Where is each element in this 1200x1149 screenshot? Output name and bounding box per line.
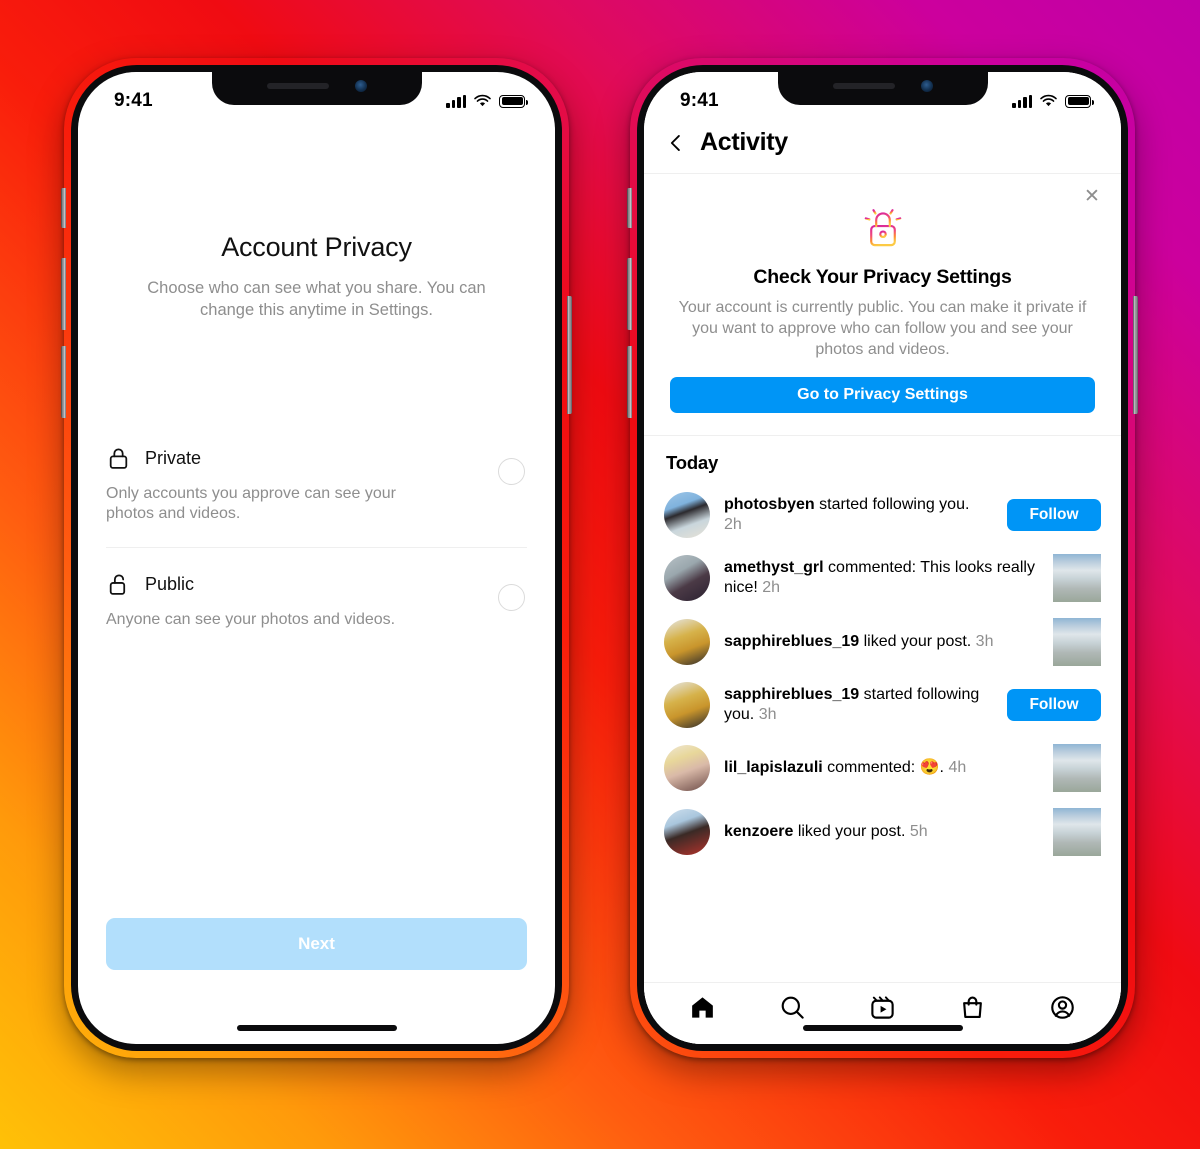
activity-username[interactable]: photosbyen [724, 496, 815, 513]
gradient-lock-icon [864, 205, 901, 247]
profile-icon[interactable] [1049, 994, 1076, 1021]
activity-timestamp: 2h [724, 516, 742, 534]
wifi-icon [1040, 94, 1057, 107]
front-camera-icon [920, 80, 933, 92]
privacy-option-list: Private Only accounts you approve can se… [106, 430, 527, 653]
speaker-grille-icon [266, 83, 329, 89]
battery-icon [1065, 94, 1094, 108]
notch-right [777, 72, 988, 105]
activity-username[interactable]: amethyst_grl [724, 559, 824, 576]
follow-button[interactable]: Follow [1007, 689, 1101, 722]
status-time-right: 9:41 [680, 90, 719, 111]
avatar-lil-lapislazuli[interactable] [664, 745, 710, 792]
post-thumbnail[interactable] [1053, 554, 1101, 603]
privacy-option-private-label: Private [145, 447, 202, 468]
signal-bars-icon [446, 94, 466, 108]
activity-row-text: amethyst_grl commented: This looks reall… [724, 558, 1035, 597]
reels-icon[interactable] [869, 994, 896, 1021]
chevron-left-icon[interactable] [666, 133, 686, 153]
activity-row[interactable]: lil_lapislazuli commented: 😍. 4h [662, 736, 1103, 800]
activity-row-text: sapphireblues_19 started following you. … [724, 685, 980, 724]
status-time: 9:41 [114, 90, 153, 111]
signal-bars-icon [1012, 94, 1032, 108]
activity-row[interactable]: kenzoere liked your post. 5h [662, 800, 1103, 864]
activity-timestamp: 3h [758, 706, 777, 724]
front-camera-icon [354, 80, 367, 92]
activity-row-text: kenzoere liked your post. 5h [724, 822, 928, 840]
status-icons-right [1012, 94, 1094, 108]
close-icon[interactable]: ✕ [1081, 186, 1103, 208]
post-thumbnail[interactable] [1053, 744, 1101, 793]
avatar-sapphireblues-19[interactable] [664, 619, 710, 666]
privacy-card-title: Check Your Privacy Settings [753, 266, 1012, 288]
bottom-tab-bar [644, 982, 1121, 1044]
lock-closed-icon [109, 447, 128, 469]
phone-right-screen: 9:41 Activity ✕ Check Your Privacy Setti… [644, 72, 1121, 1044]
lock-open-icon [109, 574, 126, 595]
next-button[interactable]: Next [106, 918, 527, 970]
avatar-amethyst-grl[interactable] [664, 555, 710, 602]
search-icon[interactable] [779, 994, 806, 1021]
page-subtitle: Choose who can see what you share. You c… [147, 279, 486, 320]
activity-timestamp: 5h [909, 822, 928, 840]
activity-row[interactable]: sapphireblues_19 started following you. … [662, 674, 1103, 736]
page-title-activity: Activity [700, 128, 788, 156]
home-indicator-right [802, 1025, 963, 1031]
activity-timestamp: 4h [948, 758, 967, 776]
activity-username[interactable]: sapphireblues_19 [724, 686, 859, 703]
battery-icon [499, 94, 528, 108]
privacy-option-private-head: Private [106, 446, 527, 471]
shop-icon[interactable] [959, 994, 986, 1021]
activity-timestamp: 2h [762, 579, 781, 597]
avatar-sapphireblues-19[interactable] [664, 682, 710, 729]
activity-username[interactable]: kenzoere [724, 823, 793, 840]
activity-row-text: sapphireblues_19 liked your post. 3h [724, 632, 994, 650]
privacy-card-body: Your account is currently public. You ca… [678, 299, 1087, 359]
avatar-photosbyen[interactable] [664, 492, 710, 539]
activity-row-text: lil_lapislazuli commented: 😍. 4h [724, 758, 967, 776]
phone-left-screen: 9:41 Account Privacy Choose who can see … [78, 72, 555, 1044]
activity-timestamp: 3h [975, 632, 994, 650]
status-icons [446, 94, 528, 108]
privacy-option-public[interactable]: Public Anyone can see your photos and vi… [106, 547, 527, 653]
privacy-settings-card: ✕ Check Your Privacy Settings Your accou… [644, 174, 1121, 437]
activity-row-text: photosbyen started following you. 2h [724, 495, 970, 534]
radio-public[interactable] [498, 584, 525, 612]
go-to-privacy-settings-button[interactable]: Go to Privacy Settings [670, 377, 1095, 414]
post-thumbnail[interactable] [1053, 808, 1101, 857]
activity-screen: Activity ✕ Check Your Privacy Settings Y… [644, 72, 1121, 1044]
phone-left: 9:41 Account Privacy Choose who can see … [61, 58, 572, 1058]
activity-feed[interactable]: Today photosbyen started following you. … [644, 436, 1121, 982]
privacy-option-public-label: Public [145, 574, 195, 595]
background-canvas: 9:41 Account Privacy Choose who can see … [0, 0, 1200, 1149]
activity-username[interactable]: sapphireblues_19 [724, 633, 859, 650]
notch [211, 72, 422, 105]
post-thumbnail[interactable] [1053, 618, 1101, 667]
privacy-option-public-head: Public [106, 572, 527, 597]
activity-row[interactable]: amethyst_grl commented: This looks reall… [662, 546, 1103, 610]
wifi-icon [474, 94, 491, 107]
activity-username[interactable]: lil_lapislazuli [724, 759, 823, 776]
avatar-kenzoere[interactable] [664, 809, 710, 856]
privacy-option-private[interactable]: Private Only accounts you approve can se… [106, 430, 527, 548]
home-icon[interactable] [689, 994, 716, 1021]
activity-row[interactable]: photosbyen started following you. 2h Foll… [662, 484, 1103, 546]
page-title: Account Privacy [221, 232, 412, 262]
activity-row[interactable]: sapphireblues_19 liked your post. 3h [662, 610, 1103, 674]
privacy-option-private-description: Only accounts you approve can see your p… [106, 484, 396, 523]
account-privacy-screen: Account Privacy Choose who can see what … [78, 72, 555, 1044]
radio-private[interactable] [498, 457, 525, 485]
speaker-grille-icon [832, 83, 895, 89]
feed-section-title: Today [666, 452, 719, 474]
activity-list: photosbyen started following you. 2h Foll… [662, 484, 1103, 864]
home-indicator [236, 1025, 397, 1031]
follow-button[interactable]: Follow [1007, 499, 1101, 532]
privacy-option-public-description: Anyone can see your photos and videos. [106, 611, 396, 629]
phone-right: 9:41 Activity ✕ Check Your Privacy Setti… [627, 58, 1138, 1058]
